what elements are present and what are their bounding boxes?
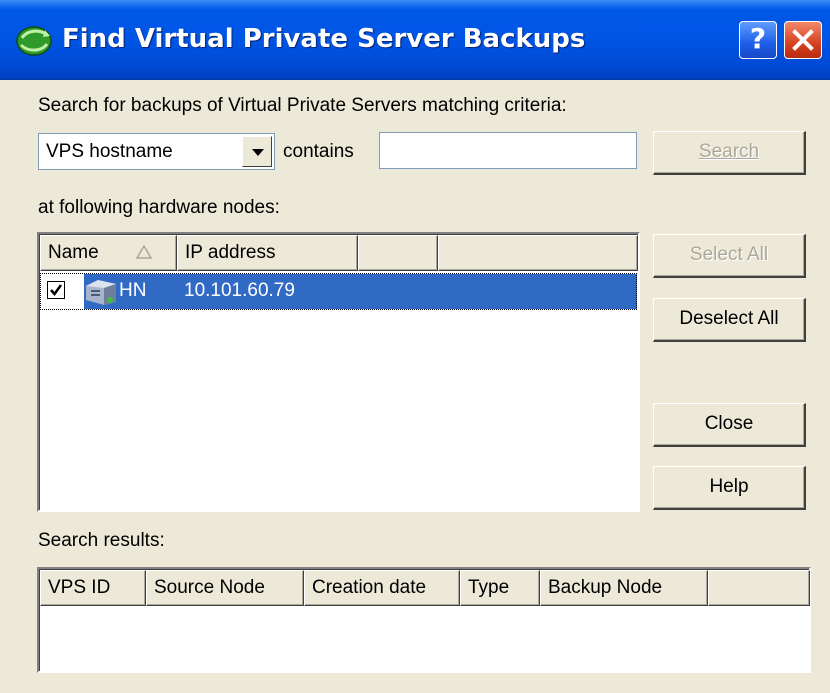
search-button[interactable]: Search: [653, 131, 806, 175]
search-results-list[interactable]: VPS ID Source Node Creation date Type Ba…: [37, 567, 811, 673]
title-bar[interactable]: Find Virtual Private Server Backups ?: [0, 0, 830, 80]
column-header-type[interactable]: Type: [460, 570, 540, 606]
deselect-all-label: Deselect All: [679, 308, 779, 329]
column-header-backup-node[interactable]: Backup Node: [540, 570, 708, 606]
search-field-value: VPS hostname: [46, 141, 173, 162]
deselect-all-button[interactable]: Deselect All: [653, 298, 806, 342]
column-header-blank-1[interactable]: [358, 235, 438, 271]
nodes-list-header: Name IP address: [40, 235, 638, 271]
window-title: Find Virtual Private Server Backups: [62, 24, 586, 54]
help-label: Help: [709, 476, 749, 497]
search-query-input[interactable]: [379, 132, 637, 169]
select-all-label: Select All: [689, 244, 769, 265]
column-header-vps-id[interactable]: VPS ID: [40, 570, 146, 606]
search-button-label: Search: [698, 141, 760, 162]
close-button[interactable]: Close: [653, 403, 806, 447]
row-focus-rectangle: [40, 273, 637, 310]
close-label: Close: [704, 413, 754, 434]
column-header-blank-2[interactable]: [438, 235, 638, 271]
node-row[interactable]: HN 10.101.60.79: [40, 273, 637, 310]
sort-ascending-icon: [136, 245, 152, 259]
results-list-header: VPS ID Source Node Creation date Type Ba…: [40, 570, 810, 606]
close-title-button[interactable]: [784, 21, 822, 59]
column-header-ip-address[interactable]: IP address: [177, 235, 358, 271]
hardware-nodes-label: at following hardware nodes:: [38, 197, 280, 218]
help-button[interactable]: Help: [653, 466, 806, 510]
search-field-select[interactable]: VPS hostname: [38, 133, 275, 170]
help-title-button[interactable]: ?: [739, 21, 777, 59]
column-header-name[interactable]: Name: [40, 235, 177, 271]
search-results-label: Search results:: [38, 530, 165, 551]
search-criteria-label: Search for backups of Virtual Private Se…: [38, 95, 567, 116]
column-header-blank[interactable]: [708, 570, 810, 606]
column-header-source-node[interactable]: Source Node: [146, 570, 304, 606]
column-header-creation-date[interactable]: Creation date: [304, 570, 460, 606]
contains-label: contains: [283, 141, 354, 162]
backup-globe-icon: [16, 26, 52, 56]
chevron-down-icon[interactable]: [242, 136, 272, 167]
close-x-icon: [792, 29, 814, 51]
select-all-button[interactable]: Select All: [653, 234, 806, 278]
